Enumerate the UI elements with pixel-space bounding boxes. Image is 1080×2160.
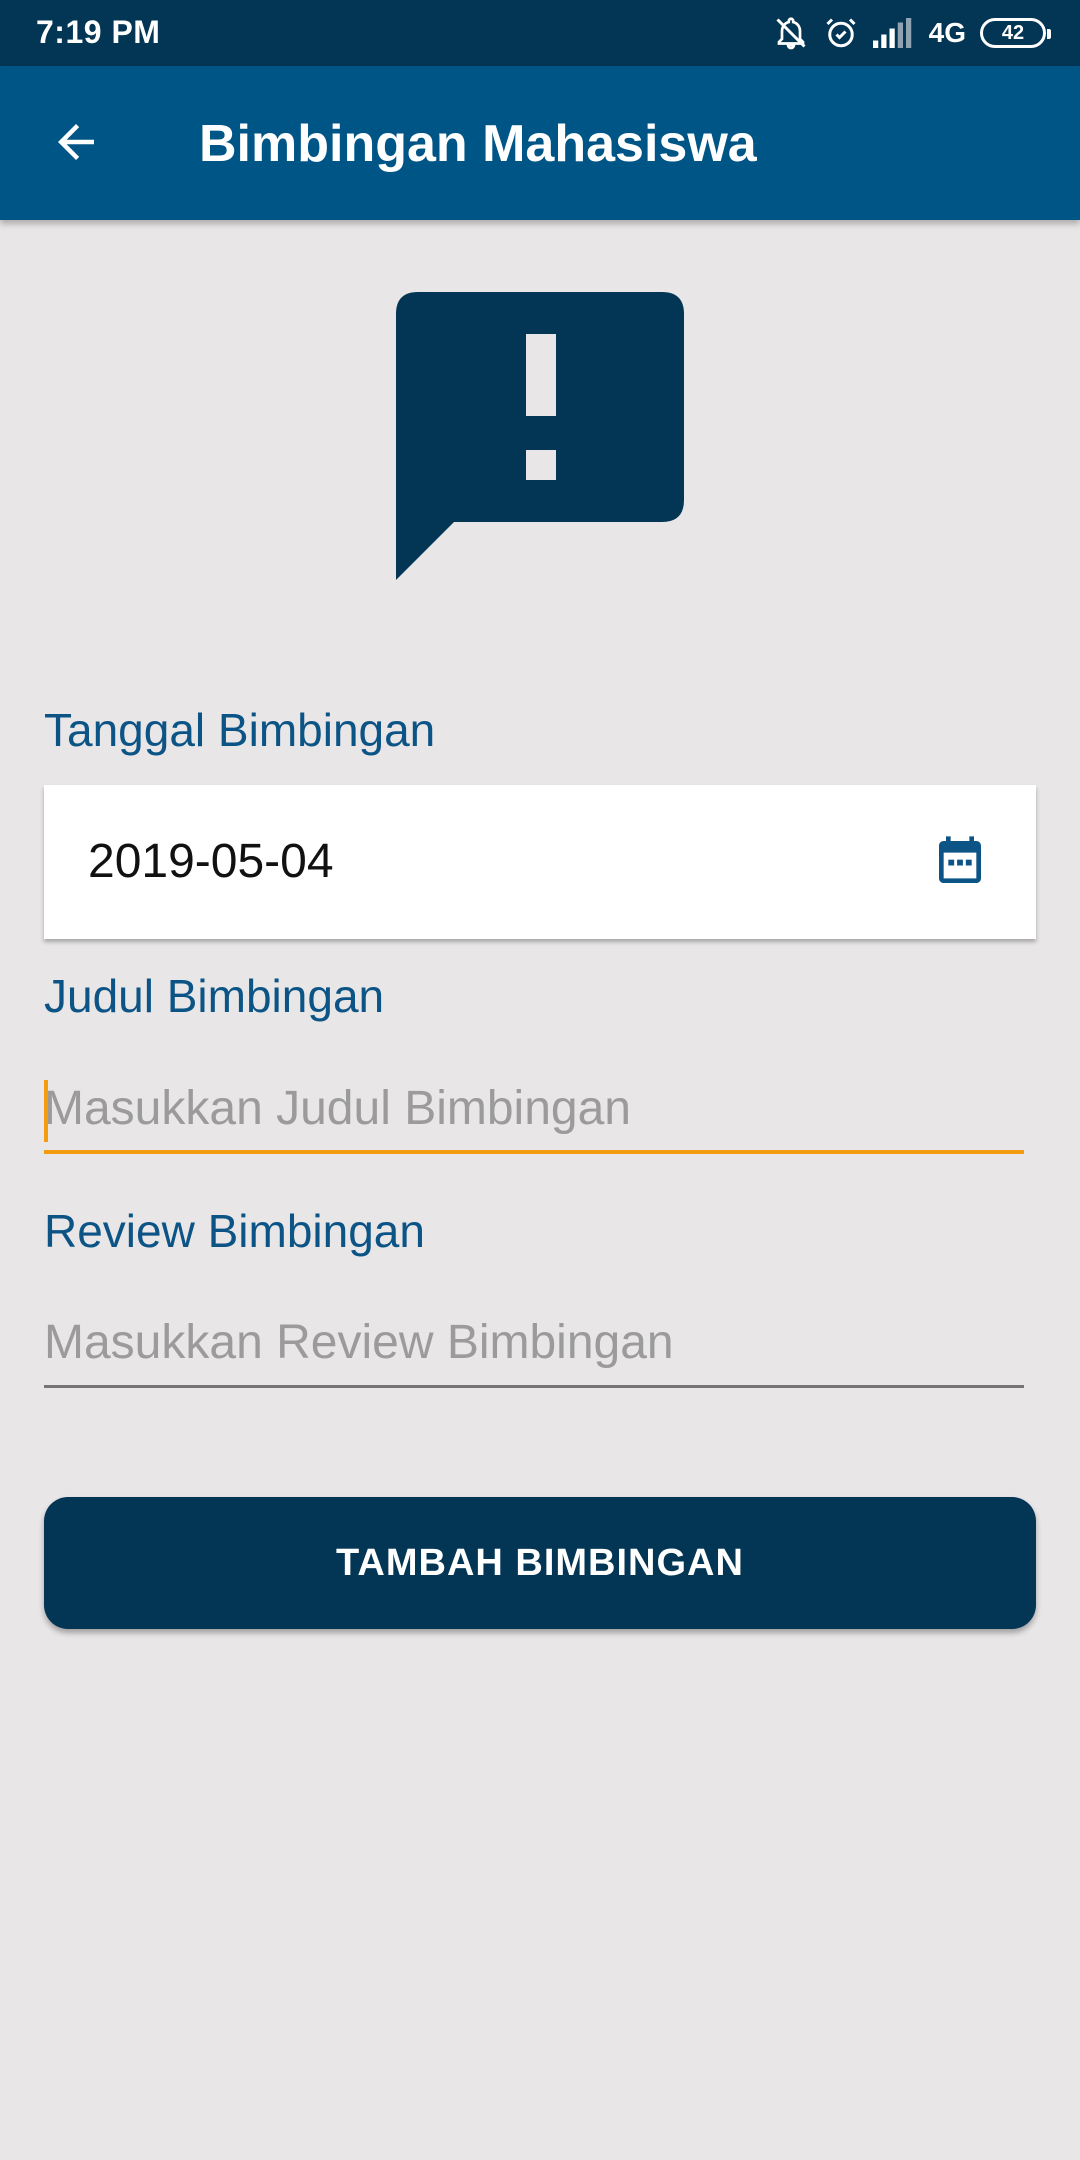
alarm-icon bbox=[823, 15, 859, 51]
page-title: Bimbingan Mahasiswa bbox=[199, 115, 757, 173]
signal-icon bbox=[872, 18, 915, 48]
calendar-button[interactable] bbox=[928, 830, 992, 894]
arrow-back-icon bbox=[58, 124, 94, 160]
title-input[interactable] bbox=[44, 1070, 1024, 1146]
notifications-off-icon bbox=[773, 15, 809, 51]
status-bar: 7:19 PM 4G 42 bbox=[0, 0, 1080, 66]
add-guidance-button-label: TAMBAH BIMBINGAN bbox=[336, 1541, 744, 1584]
review-label: Review Bimbingan bbox=[44, 1205, 425, 1257]
calendar-icon bbox=[939, 836, 981, 883]
feedback-alert-icon bbox=[396, 292, 684, 580]
date-value: 2019-05-04 bbox=[88, 835, 334, 888]
battery-level: 42 bbox=[1001, 21, 1025, 44]
status-time: 7:19 PM bbox=[36, 14, 161, 50]
status-icons: 4G 42 bbox=[773, 14, 1051, 52]
app-bar: Bimbingan Mahasiswa bbox=[0, 66, 1080, 220]
date-label: Tanggal Bimbingan bbox=[44, 704, 436, 756]
date-field[interactable]: 2019-05-04 bbox=[44, 785, 1036, 939]
add-guidance-button[interactable]: TAMBAH BIMBINGAN bbox=[44, 1497, 1036, 1629]
battery-icon: 42 bbox=[980, 18, 1051, 48]
review-field[interactable] bbox=[44, 1304, 1024, 1388]
title-label: Judul Bimbingan bbox=[44, 970, 385, 1022]
text-cursor bbox=[44, 1080, 48, 1142]
network-type: 4G bbox=[928, 17, 966, 48]
back-button[interactable] bbox=[36, 102, 116, 182]
review-input[interactable] bbox=[44, 1304, 1024, 1380]
title-field[interactable] bbox=[44, 1070, 1024, 1154]
